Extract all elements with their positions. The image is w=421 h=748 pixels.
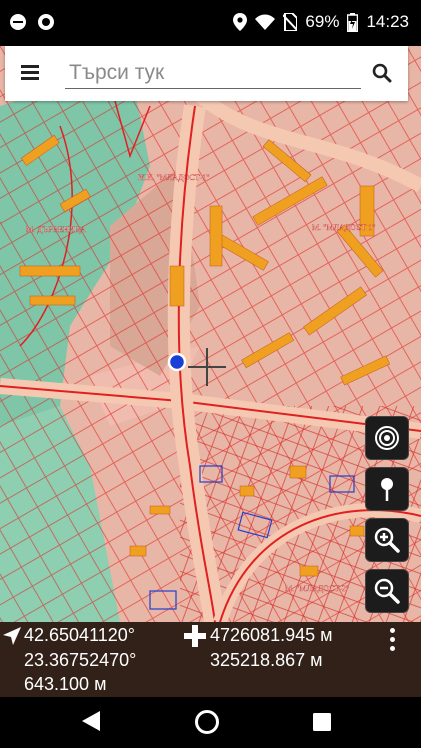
locate-button[interactable]	[365, 416, 409, 460]
more-options-button[interactable]	[384, 628, 400, 654]
search-button[interactable]	[372, 63, 394, 85]
cadastral-map: Ж.К. "МЛАДОСТ-1" М. ДЪРВЕНИЦА М. "МЛАДОС…	[0, 46, 421, 622]
no-sim-icon	[283, 13, 298, 31]
clock: 14:23	[366, 12, 409, 31]
pin-icon	[381, 478, 393, 501]
battery-percent: 69%	[305, 12, 340, 31]
map-label: М. "МЛАДОСТ-2"	[285, 584, 349, 593]
map-label: М. ДЪРВЕНИЦА	[26, 225, 86, 234]
menu-button[interactable]	[21, 65, 41, 81]
battery-icon	[347, 12, 359, 32]
easting: 325218.867 м	[210, 650, 323, 670]
current-location-marker	[167, 352, 187, 372]
map-view[interactable]: Ж.К. "МЛАДОСТ-1" М. ДЪРВЕНИЦА М. "МЛАДОС…	[0, 46, 421, 622]
map-label: Ж.К. "МЛАДОСТ-1"	[138, 173, 210, 182]
back-button[interactable]	[80, 709, 102, 733]
location-icon	[233, 13, 248, 31]
zoom-out-button[interactable]	[365, 569, 409, 613]
search-icon	[372, 63, 392, 83]
map-label: М. "МЛАДОСТ 1"	[312, 223, 376, 232]
navigation-arrow-icon	[3, 627, 21, 645]
zoom-out-icon	[374, 578, 400, 604]
stop-circle-icon	[38, 14, 54, 30]
northing: 4726081.945 м	[210, 625, 333, 645]
navigation-bar	[0, 697, 421, 748]
wifi-icon	[255, 14, 276, 30]
zoom-in-button[interactable]	[365, 518, 409, 562]
search-input[interactable]	[65, 58, 361, 89]
zoom-in-icon	[374, 527, 400, 553]
latitude: 42.65041120°	[24, 625, 135, 645]
recents-button[interactable]	[313, 713, 331, 731]
place-pin-button[interactable]	[365, 467, 409, 511]
status-bar: 69% 14:23	[0, 0, 421, 46]
longitude: 23.36752470°	[24, 650, 137, 670]
home-button[interactable]	[194, 709, 220, 735]
search-bar	[5, 46, 408, 101]
target-icon	[375, 426, 399, 450]
minus-circle-icon	[10, 14, 26, 30]
plus-icon	[184, 625, 206, 647]
altitude: 643.100 м	[24, 674, 107, 694]
coordinates-panel: 42.65041120° 23.36752470° 643.100 м 4726…	[0, 622, 421, 697]
